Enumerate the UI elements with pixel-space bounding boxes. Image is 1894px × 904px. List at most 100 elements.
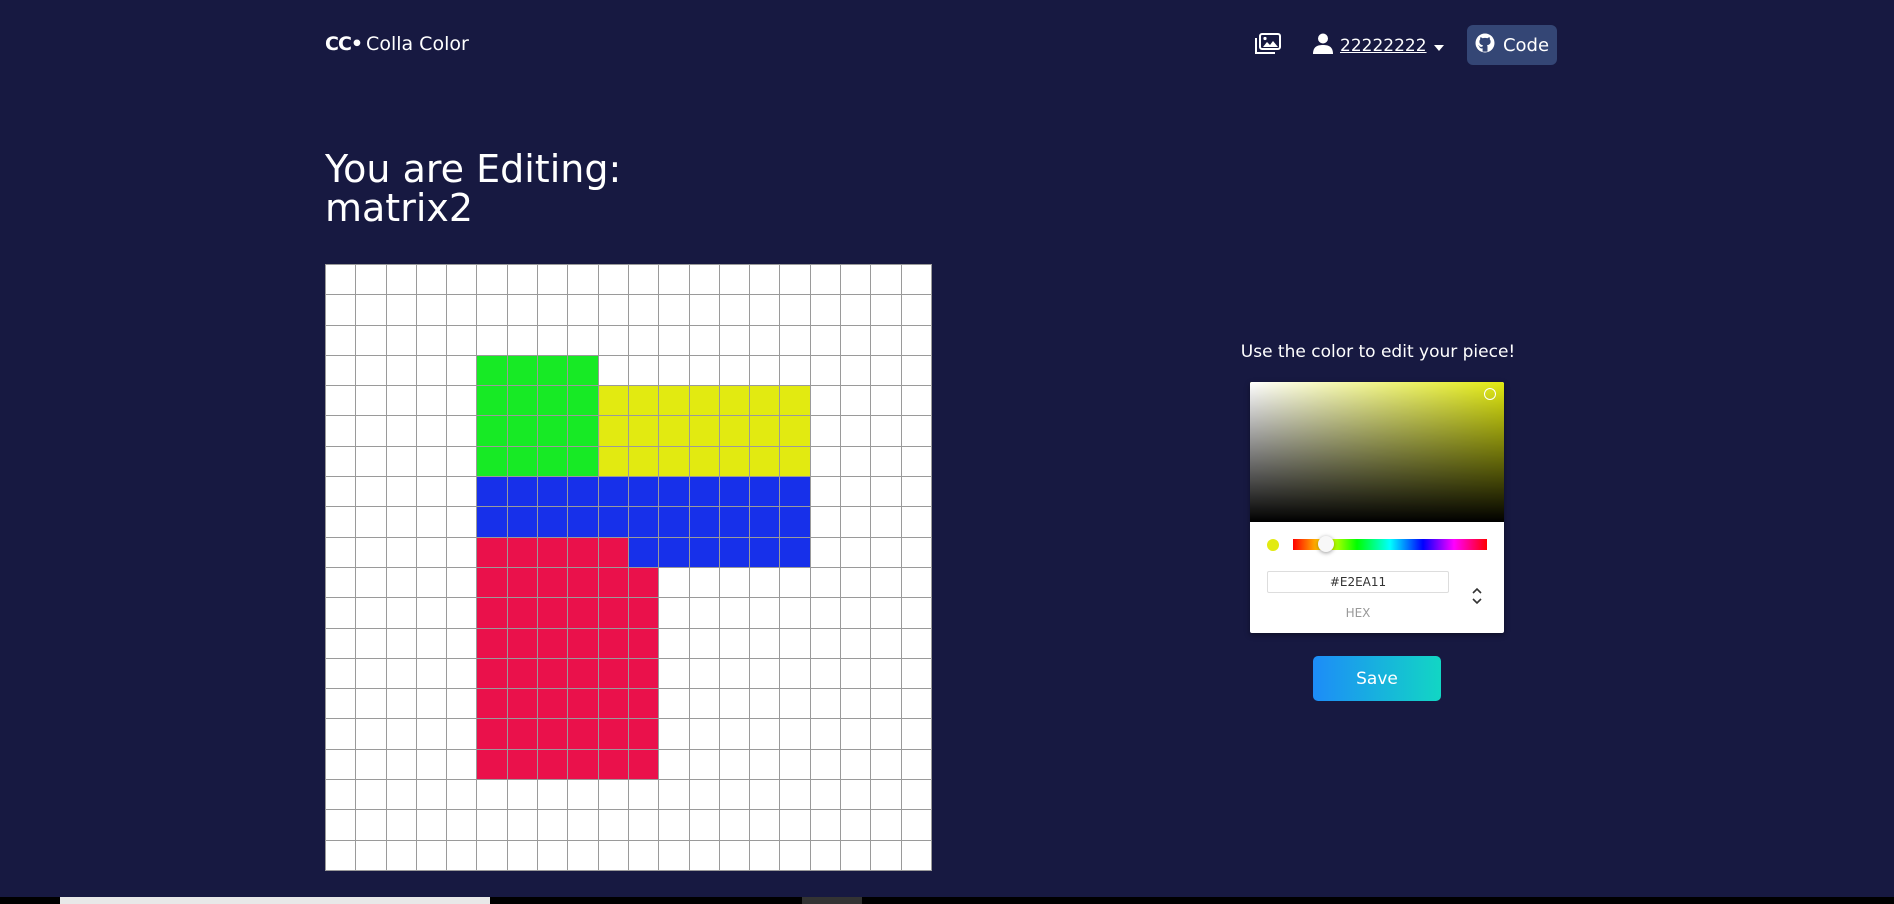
grid-cell[interactable] xyxy=(780,386,810,416)
grid-cell[interactable] xyxy=(750,325,780,355)
grid-cell[interactable] xyxy=(689,810,719,840)
grid-cell[interactable] xyxy=(841,658,871,689)
grid-cell[interactable] xyxy=(901,477,931,507)
grid-cell[interactable] xyxy=(356,658,386,689)
grid-cell[interactable] xyxy=(810,628,841,658)
grid-cell[interactable] xyxy=(810,416,841,446)
grid-cell[interactable] xyxy=(659,719,689,749)
grid-cell[interactable] xyxy=(689,780,719,810)
grid-cell[interactable] xyxy=(416,598,447,628)
grid-cell[interactable] xyxy=(750,386,780,416)
grid-cell[interactable] xyxy=(538,265,568,295)
grid-cell[interactable] xyxy=(507,416,538,446)
grid-cell[interactable] xyxy=(871,598,901,628)
grid-cell[interactable] xyxy=(689,537,719,567)
grid-cell[interactable] xyxy=(750,295,780,325)
grid-cell[interactable] xyxy=(719,265,750,295)
grid-cell[interactable] xyxy=(507,628,538,658)
grid-cell[interactable] xyxy=(841,628,871,658)
grid-cell[interactable] xyxy=(719,325,750,355)
grid-cell[interactable] xyxy=(568,386,598,416)
grid-cell[interactable] xyxy=(386,780,416,810)
grid-cell[interactable] xyxy=(841,840,871,870)
grid-cell[interactable] xyxy=(538,537,568,567)
grid-cell[interactable] xyxy=(841,507,871,537)
grid-cell[interactable] xyxy=(750,507,780,537)
grid-cell[interactable] xyxy=(326,355,356,386)
hex-input[interactable] xyxy=(1267,571,1449,593)
grid-cell[interactable] xyxy=(689,386,719,416)
grid-cell[interactable] xyxy=(538,507,568,537)
grid-cell[interactable] xyxy=(901,810,931,840)
grid-cell[interactable] xyxy=(598,446,628,477)
grid-cell[interactable] xyxy=(841,446,871,477)
grid-cell[interactable] xyxy=(416,386,447,416)
grid-cell[interactable] xyxy=(568,840,598,870)
github-code-button[interactable]: Code xyxy=(1467,25,1557,65)
grid-cell[interactable] xyxy=(628,386,659,416)
grid-cell[interactable] xyxy=(780,749,810,780)
grid-cell[interactable] xyxy=(538,719,568,749)
grid-cell[interactable] xyxy=(841,689,871,719)
grid-cell[interactable] xyxy=(871,416,901,446)
grid-cell[interactable] xyxy=(780,295,810,325)
grid-cell[interactable] xyxy=(477,719,507,749)
grid-cell[interactable] xyxy=(386,507,416,537)
grid-cell[interactable] xyxy=(780,355,810,386)
grid-cell[interactable] xyxy=(568,658,598,689)
grid-cell[interactable] xyxy=(689,325,719,355)
grid-cell[interactable] xyxy=(356,386,386,416)
grid-cell[interactable] xyxy=(538,810,568,840)
grid-cell[interactable] xyxy=(810,537,841,567)
grid-cell[interactable] xyxy=(386,416,416,446)
grid-cell[interactable] xyxy=(871,658,901,689)
grid-cell[interactable] xyxy=(628,598,659,628)
grid-cell[interactable] xyxy=(689,598,719,628)
grid-cell[interactable] xyxy=(507,749,538,780)
grid-cell[interactable] xyxy=(326,386,356,416)
grid-cell[interactable] xyxy=(901,265,931,295)
grid-cell[interactable] xyxy=(507,810,538,840)
grid-cell[interactable] xyxy=(810,265,841,295)
grid-cell[interactable] xyxy=(356,810,386,840)
grid-cell[interactable] xyxy=(386,355,416,386)
grid-cell[interactable] xyxy=(326,265,356,295)
grid-cell[interactable] xyxy=(477,598,507,628)
grid-cell[interactable] xyxy=(659,749,689,780)
grid-cell[interactable] xyxy=(538,477,568,507)
grid-cell[interactable] xyxy=(386,386,416,416)
grid-cell[interactable] xyxy=(356,295,386,325)
grid-cell[interactable] xyxy=(568,416,598,446)
grid-cell[interactable] xyxy=(386,689,416,719)
grid-cell[interactable] xyxy=(628,537,659,567)
grid-cell[interactable] xyxy=(689,355,719,386)
grid-cell[interactable] xyxy=(598,507,628,537)
grid-cell[interactable] xyxy=(750,355,780,386)
grid-cell[interactable] xyxy=(326,780,356,810)
grid-cell[interactable] xyxy=(538,689,568,719)
grid-cell[interactable] xyxy=(477,749,507,780)
grid-cell[interactable] xyxy=(810,719,841,749)
grid-cell[interactable] xyxy=(901,719,931,749)
grid-cell[interactable] xyxy=(356,719,386,749)
grid-cell[interactable] xyxy=(659,598,689,628)
grid-cell[interactable] xyxy=(568,749,598,780)
grid-cell[interactable] xyxy=(628,265,659,295)
grid-cell[interactable] xyxy=(598,780,628,810)
grid-cell[interactable] xyxy=(780,567,810,598)
grid-cell[interactable] xyxy=(386,719,416,749)
save-button[interactable]: Save xyxy=(1313,656,1441,701)
grid-cell[interactable] xyxy=(477,658,507,689)
hue-slider-handle[interactable] xyxy=(1317,536,1334,552)
grid-cell[interactable] xyxy=(326,628,356,658)
grid-cell[interactable] xyxy=(841,477,871,507)
grid-cell[interactable] xyxy=(780,628,810,658)
grid-cell[interactable] xyxy=(871,689,901,719)
grid-cell[interactable] xyxy=(841,295,871,325)
grid-cell[interactable] xyxy=(447,598,477,628)
grid-cell[interactable] xyxy=(507,719,538,749)
grid-cell[interactable] xyxy=(628,325,659,355)
grid-cell[interactable] xyxy=(689,446,719,477)
grid-cell[interactable] xyxy=(841,355,871,386)
grid-cell[interactable] xyxy=(689,416,719,446)
